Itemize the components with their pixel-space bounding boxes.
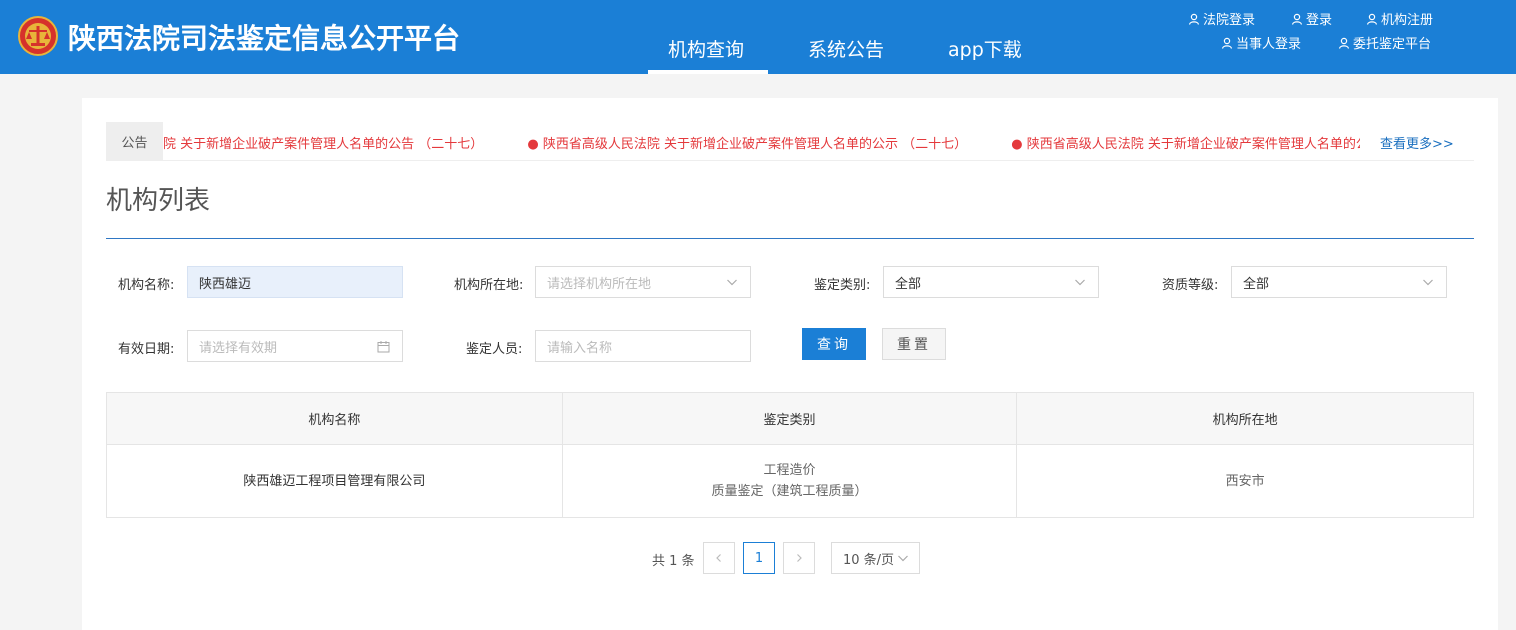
appraisal-category-select[interactable]: 全部 [883,266,1099,298]
qualification-level-select[interactable]: 全部 [1231,266,1447,298]
cell-category: 工程造价 质量鉴定（建筑工程质量） [561,444,1018,518]
notice-item[interactable]: ● 陕西省高级人民法院 关于新增企业破产案件管理人名单的公示 （二十七） [527,133,967,152]
page-size-select[interactable]: 10 条/页 [831,542,920,574]
category-line: 质量鉴定（建筑工程质量） [711,484,868,499]
page-number-button[interactable]: 1 [743,542,775,574]
main-panel: 公告 院 关于新增企业破产案件管理人名单的公告 （二十七） ● 陕西省高级人民法… [82,98,1498,630]
appraiser-label: 鉴定人员: [466,342,523,357]
user-icon [1221,37,1233,49]
chevron-left-icon [716,554,721,562]
institution-location-label: 机构所在地: [454,278,524,293]
reset-button[interactable]: 重置 [882,328,946,360]
institution-register-link[interactable]: 机构注册 [1366,9,1433,28]
divider [106,160,1474,161]
chevron-right-icon [797,554,802,562]
category-line: 工程造价 [763,463,816,478]
court-login-link[interactable]: 法院登录 [1188,9,1255,28]
notice-marquee: 院 关于新增企业破产案件管理人名单的公告 （二十七） ● 陕西省高级人民法院 关… [163,122,1360,160]
chevron-down-icon [1423,279,1433,286]
query-button[interactable]: 查询 [802,328,866,360]
notice-item[interactable]: 院 关于新增企业破产案件管理人名单的公告 （二十七） [163,133,483,152]
nav-item-system-notice[interactable]: 系统公告 [808,35,884,62]
notice-item[interactable]: ● 陕西省高级人民法院 关于新增企业破产案件管理人名单的公告 [1011,133,1360,152]
party-login-link[interactable]: 当事人登录 [1221,33,1301,52]
nav-active-indicator [648,70,768,74]
chevron-down-icon [898,555,908,562]
prev-page-button[interactable] [703,542,735,574]
valid-date-label: 有效日期: [118,342,175,357]
login-label: 登录 [1306,13,1333,28]
table-header-row: 机构名称 鉴定类别 机构所在地 [106,392,1474,445]
pagination-total: 共 1 条 [652,554,695,569]
qualification-level-value: 全部 [1243,276,1270,292]
valid-date-picker[interactable]: 请选择有效期 [187,330,403,362]
page-title: 机构列表 [106,186,211,216]
entrust-platform-link[interactable]: 委托鉴定平台 [1338,33,1431,52]
notice-list: 院 关于新增企业破产案件管理人名单的公告 （二十七） ● 陕西省高级人民法院 关… [163,133,1360,152]
court-login-label: 法院登录 [1203,13,1256,28]
institution-location-select[interactable]: 请选择机构所在地 [535,266,751,298]
chevron-down-icon [1075,279,1085,286]
user-icon [1188,13,1200,25]
qualification-level-label: 资质等级: [1162,278,1219,293]
court-emblem-icon [18,16,58,56]
appraisal-category-label: 鉴定类别: [814,278,871,293]
calendar-icon [377,341,390,353]
next-page-button[interactable] [783,542,815,574]
institution-name-input[interactable]: 陕西雄迈 [187,266,403,298]
user-icon [1291,13,1303,25]
cell-location: 西安市 [1016,444,1474,518]
column-header-category: 鉴定类别 [561,392,1018,445]
appraiser-input[interactable]: 请输入名称 [535,330,751,362]
nav-item-institution-query[interactable]: 机构查询 [668,35,744,62]
chevron-down-icon [727,279,737,286]
entrust-platform-label: 委托鉴定平台 [1353,37,1432,52]
header-bar: 陕西法院司法鉴定信息公开平台 机构查询 系统公告 app下载 法院登录 登录 机… [0,0,1516,74]
cell-institution-name[interactable]: 陕西雄迈工程项目管理有限公司 [106,444,563,518]
institution-name-value: 陕西雄迈 [199,276,252,292]
divider [106,238,1474,239]
login-link[interactable]: 登录 [1291,9,1332,28]
view-more-link[interactable]: 查看更多>> [1380,133,1454,152]
institution-table: 机构名称 鉴定类别 机构所在地 陕西雄迈工程项目管理有限公司 工程造价 质量鉴定… [106,392,1474,518]
nav-item-app-download[interactable]: app下载 [948,35,1022,62]
column-header-name: 机构名称 [106,392,563,445]
notice-tag: 公告 [106,122,163,160]
appraiser-placeholder: 请输入名称 [547,340,613,356]
institution-location-placeholder: 请选择机构所在地 [547,276,652,292]
valid-date-placeholder: 请选择有效期 [199,340,278,356]
table-row[interactable]: 陕西雄迈工程项目管理有限公司 工程造价 质量鉴定（建筑工程质量） 西安市 [106,444,1474,518]
page-size-value: 10 条/页 [843,552,895,568]
site-title[interactable]: 陕西法院司法鉴定信息公开平台 [68,17,460,57]
institution-name-label: 机构名称: [118,278,175,293]
party-login-label: 当事人登录 [1236,37,1302,52]
institution-register-label: 机构注册 [1381,13,1434,28]
user-icon [1366,13,1378,25]
column-header-location: 机构所在地 [1016,392,1474,445]
appraisal-category-value: 全部 [895,276,922,292]
user-icon [1338,37,1350,49]
